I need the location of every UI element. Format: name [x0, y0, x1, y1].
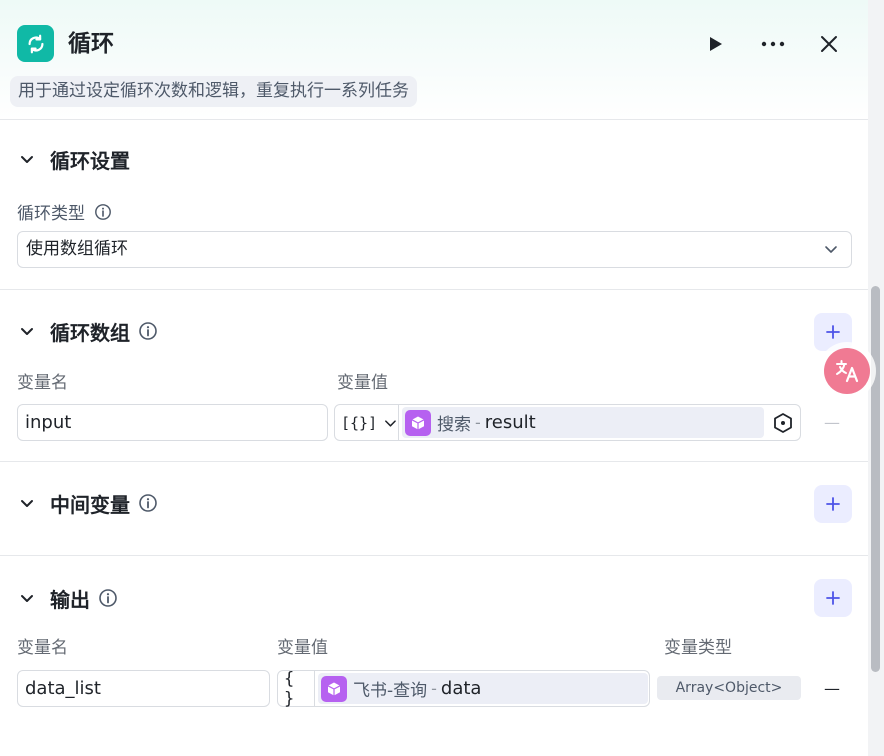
plus-icon [826, 497, 840, 511]
add-loop-array-button[interactable] [814, 313, 852, 351]
loop-array-header[interactable]: 循环数组 [16, 316, 158, 346]
loop-node-panel: 循环 用于通过设定循环次数和逻辑，重复执行一系列任务 循环设置 循环类型 使用数… [0, 0, 868, 756]
variable-picker-button[interactable] [772, 412, 794, 434]
plus-icon [826, 325, 840, 339]
reference-separator: - [431, 679, 437, 698]
chevron-down-icon[interactable] [16, 492, 38, 514]
reference-node-name: 搜索 [437, 415, 471, 435]
section-title: 循环数组 [50, 320, 130, 345]
loop-array-name-input[interactable] [17, 404, 328, 441]
loop-type-label-text: 循环类型 [17, 204, 85, 224]
panel-header: 循环 用于通过设定循环次数和逻辑，重复执行一系列任务 [0, 0, 868, 120]
add-intermediate-variable-button[interactable] [814, 485, 852, 523]
section-title: 循环设置 [50, 148, 130, 173]
reference-variable-name: data [440, 678, 482, 699]
play-icon [710, 37, 722, 51]
add-output-button[interactable] [814, 579, 852, 617]
run-button[interactable] [699, 28, 731, 60]
chevron-down-icon[interactable] [16, 587, 38, 609]
col-header-value: 变量值 [277, 638, 328, 658]
panel-scrollbar[interactable] [868, 0, 884, 756]
remove-output-row-button[interactable]: — [821, 677, 843, 699]
output-value-field[interactable]: { } 飞书-查询 - data [277, 668, 650, 709]
info-icon[interactable] [98, 588, 118, 608]
node-title[interactable]: 循环 [68, 28, 114, 60]
more-button[interactable] [757, 28, 789, 60]
section-title: 中间变量 [50, 492, 130, 517]
col-header-value: 变量值 [337, 373, 388, 393]
output-type-badge: Array<Object> [657, 676, 801, 700]
col-header-name: 变量名 [17, 638, 68, 658]
hexagon-icon [774, 412, 792, 433]
col-header-name: 变量名 [17, 373, 68, 393]
loop-type-select[interactable]: 使用数组循环 [17, 231, 852, 268]
loop-settings-header[interactable]: 循环设置 [16, 144, 130, 174]
loop-icon [17, 25, 54, 62]
reference-variable-name: result [484, 412, 536, 433]
info-icon[interactable] [93, 202, 113, 222]
cube-icon [405, 409, 431, 436]
value-type-indicator: { } [278, 668, 315, 709]
value-type-select[interactable]: [{}] [335, 405, 399, 440]
node-description[interactable]: 用于通过设定循环次数和逻辑，重复执行一系列任务 [10, 76, 417, 107]
intermediate-variables-header[interactable]: 中间变量 [16, 488, 158, 518]
chevron-down-icon[interactable] [16, 320, 38, 342]
reference-node-name: 飞书-查询 [353, 681, 428, 701]
cube-icon [321, 675, 347, 702]
intermediate-variables-section: 中间变量 [0, 462, 868, 556]
chevron-down-icon[interactable] [16, 148, 38, 170]
object-type-glyph: { } [284, 668, 295, 709]
plus-icon [826, 591, 840, 605]
scrollbar-thumb[interactable] [871, 286, 880, 672]
output-header[interactable]: 输出 [16, 583, 118, 613]
array-object-type-glyph: [{}] [341, 413, 378, 432]
loop-type-label: 循环类型 [17, 199, 113, 224]
more-icon [761, 41, 785, 47]
reference-separator: - [475, 413, 481, 432]
loop-array-value-field[interactable]: [{}] 搜索 - result [334, 404, 801, 441]
output-section: 输出 [0, 556, 868, 756]
translate-icon [836, 360, 859, 383]
variable-reference-chip[interactable]: 飞书-查询 - data [318, 673, 648, 704]
close-icon [821, 36, 837, 52]
loop-type-value: 使用数组循环 [26, 239, 128, 259]
section-title: 输出 [50, 587, 90, 612]
remove-loop-array-row-button[interactable]: — [821, 411, 843, 433]
close-button[interactable] [813, 28, 845, 60]
col-header-type: 变量类型 [664, 638, 732, 658]
info-icon[interactable] [138, 493, 158, 513]
variable-reference-chip[interactable]: 搜索 - result [402, 407, 764, 438]
chevron-down-icon [825, 246, 837, 253]
translate-button[interactable] [824, 348, 870, 394]
chevron-down-icon [385, 419, 396, 427]
output-name-input[interactable] [17, 670, 270, 707]
info-icon[interactable] [138, 321, 158, 341]
